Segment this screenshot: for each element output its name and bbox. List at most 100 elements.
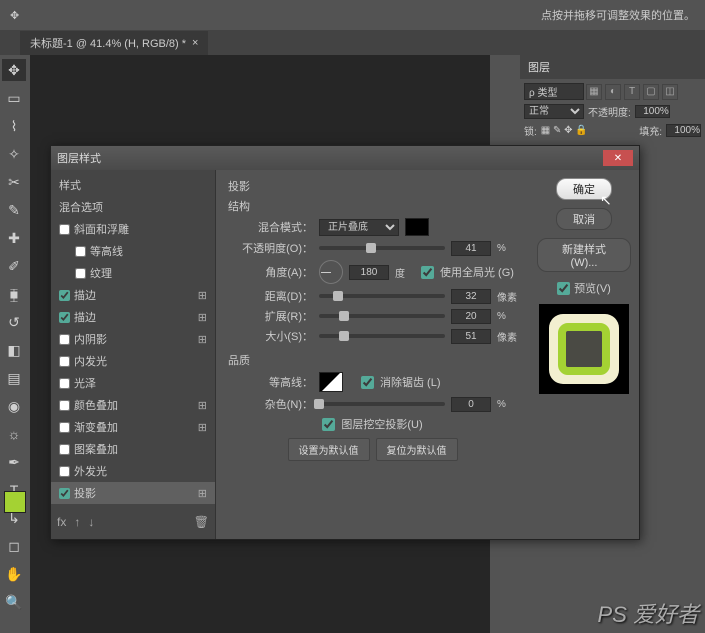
move-tool[interactable]: ✥ xyxy=(2,59,26,81)
preview-toggle[interactable]: 预览(V) xyxy=(557,280,611,296)
crop-tool[interactable]: ✂ xyxy=(2,171,26,193)
size-slider[interactable] xyxy=(319,334,445,338)
document-tabs: 未标题-1 @ 41.4% (H, RGB/8) * × xyxy=(0,30,705,55)
distance-input[interactable] xyxy=(451,289,491,304)
cancel-button[interactable]: 取消 xyxy=(556,208,612,230)
fx-inner-shadow[interactable]: 内阴影⊞ xyxy=(51,328,215,350)
pen-tool[interactable]: ✒ xyxy=(2,451,26,473)
move-icon[interactable]: ✥ xyxy=(10,9,19,22)
ok-button[interactable]: 确定 xyxy=(556,178,612,200)
plus-icon[interactable]: ⊞ xyxy=(198,311,207,324)
fx-blending-options[interactable]: 混合选项 xyxy=(51,196,215,218)
fx-stroke-1[interactable]: 描边⊞ xyxy=(51,284,215,306)
stamp-tool[interactable]: ⧯ xyxy=(2,283,26,305)
fx-manager-icon[interactable]: fx xyxy=(57,515,66,529)
lasso-tool[interactable]: ⌇ xyxy=(2,115,26,137)
fx-color-overlay[interactable]: 颜色叠加⊞ xyxy=(51,394,215,416)
fx-outer-glow[interactable]: 外发光 xyxy=(51,460,215,482)
fx-stroke-2[interactable]: 描边⊞ xyxy=(51,306,215,328)
wand-tool[interactable]: ✧ xyxy=(2,143,26,165)
contour-picker[interactable] xyxy=(319,372,343,392)
plus-icon[interactable]: ⊞ xyxy=(198,399,207,412)
history-brush-tool[interactable]: ↺ xyxy=(2,311,26,333)
noise-input[interactable] xyxy=(451,397,491,412)
new-style-button[interactable]: 新建样式(W)... xyxy=(537,238,631,272)
blend-mode-select[interactable]: 正片叠底 xyxy=(319,219,399,236)
plus-icon[interactable]: ⊞ xyxy=(198,421,207,434)
document-tab-title: 未标题-1 @ 41.4% (H, RGB/8) * xyxy=(30,35,186,51)
blend-mode-label: 混合模式： xyxy=(228,219,313,235)
filter-smart-icon[interactable]: ◫ xyxy=(662,84,678,100)
layer-blend-select[interactable]: 正常 xyxy=(524,104,584,119)
quality-legend: 品质 xyxy=(228,352,517,368)
spread-slider[interactable] xyxy=(319,314,445,318)
shadow-color-swatch[interactable] xyxy=(405,218,429,236)
spread-input[interactable] xyxy=(451,309,491,324)
healing-tool[interactable]: ✚ xyxy=(2,227,26,249)
brush-tool[interactable]: ✐ xyxy=(2,255,26,277)
size-input[interactable] xyxy=(451,329,491,344)
reset-default-button[interactable]: 复位为默认值 xyxy=(376,438,458,461)
document-tab[interactable]: 未标题-1 @ 41.4% (H, RGB/8) * × xyxy=(20,31,208,55)
layer-style-dialog: 图层样式 ✕ 样式 混合选项 斜面和浮雕 等高线 纹理 描边⊞ 描边⊞ 内阴影⊞… xyxy=(50,145,640,540)
hand-tool[interactable]: ✋ xyxy=(2,563,26,585)
filter-type-icon[interactable]: T xyxy=(624,84,640,100)
zoom-tool[interactable]: 🔍 xyxy=(2,591,26,613)
shape-tool[interactable]: ◻ xyxy=(2,535,26,557)
eraser-tool[interactable]: ◧ xyxy=(2,339,26,361)
blur-tool[interactable]: ◉ xyxy=(2,395,26,417)
structure-legend: 结构 xyxy=(228,198,517,214)
unit-degree: 度 xyxy=(395,265,415,280)
layers-panel-title[interactable]: 图层 xyxy=(520,55,705,79)
fx-bevel[interactable]: 斜面和浮雕 xyxy=(51,218,215,240)
filter-pixel-icon[interactable]: ▦ xyxy=(586,84,602,100)
trash-icon[interactable]: 🗑 xyxy=(194,515,209,529)
unit-percent: % xyxy=(497,311,517,322)
unit-percent: % xyxy=(497,399,517,410)
plus-icon[interactable]: ⊞ xyxy=(198,333,207,346)
layer-filter-input[interactable] xyxy=(524,83,584,100)
fx-drop-shadow[interactable]: 投影⊞ xyxy=(51,482,215,504)
gradient-tool[interactable]: ▤ xyxy=(2,367,26,389)
lock-icons[interactable]: ▦ ✎ ✥ 🔒 xyxy=(541,125,588,136)
fill-input[interactable] xyxy=(666,124,701,137)
plus-icon[interactable]: ⊞ xyxy=(198,487,207,500)
fx-satin[interactable]: 光泽 xyxy=(51,372,215,394)
fx-texture[interactable]: 纹理 xyxy=(51,262,215,284)
options-bar: ✥ 点按并拖移可调整效果的位置。 xyxy=(0,0,705,30)
arrow-up-icon[interactable]: ↑ xyxy=(74,515,80,529)
foreground-swatch[interactable] xyxy=(4,491,26,513)
dialog-close-button[interactable]: ✕ xyxy=(603,150,633,166)
global-light-checkbox[interactable] xyxy=(421,266,434,279)
dodge-tool[interactable]: ☼ xyxy=(2,423,26,445)
unit-percent: % xyxy=(497,243,517,254)
filter-shape-icon[interactable]: ▢ xyxy=(643,84,659,100)
filter-adjust-icon[interactable]: ◐ xyxy=(605,84,621,100)
fx-pattern-overlay[interactable]: 图案叠加 xyxy=(51,438,215,460)
unit-px: 像素 xyxy=(497,329,517,344)
marquee-tool[interactable]: ▭ xyxy=(2,87,26,109)
opacity-slider[interactable] xyxy=(319,246,445,250)
opacity-input[interactable] xyxy=(635,105,670,118)
close-icon[interactable]: × xyxy=(192,37,198,49)
angle-dial[interactable] xyxy=(319,260,343,284)
distance-slider[interactable] xyxy=(319,294,445,298)
antialiased-checkbox[interactable] xyxy=(361,376,374,389)
effect-settings: 投影 结构 混合模式： 正片叠底 不透明度(O)： % 角度(A)： 度 使用全… xyxy=(216,170,529,539)
opacity-input[interactable] xyxy=(451,241,491,256)
angle-input[interactable] xyxy=(349,265,389,280)
preview-checkbox[interactable] xyxy=(557,282,570,295)
dialog-titlebar[interactable]: 图层样式 ✕ xyxy=(51,146,639,170)
arrow-down-icon[interactable]: ↓ xyxy=(88,515,94,529)
noise-slider[interactable] xyxy=(319,402,445,406)
make-default-button[interactable]: 设置为默认值 xyxy=(288,438,370,461)
eyedropper-tool[interactable]: ✎ xyxy=(2,199,26,221)
fx-inner-glow[interactable]: 内发光 xyxy=(51,350,215,372)
plus-icon[interactable]: ⊞ xyxy=(198,289,207,302)
knockout-checkbox[interactable] xyxy=(322,418,335,431)
antialiased-label: 消除锯齿 (L) xyxy=(380,374,441,390)
fx-gradient-overlay[interactable]: 渐变叠加⊞ xyxy=(51,416,215,438)
fx-styles[interactable]: 样式 xyxy=(51,174,215,196)
spread-label: 扩展(R)： xyxy=(228,308,313,324)
fx-contour[interactable]: 等高线 xyxy=(51,240,215,262)
